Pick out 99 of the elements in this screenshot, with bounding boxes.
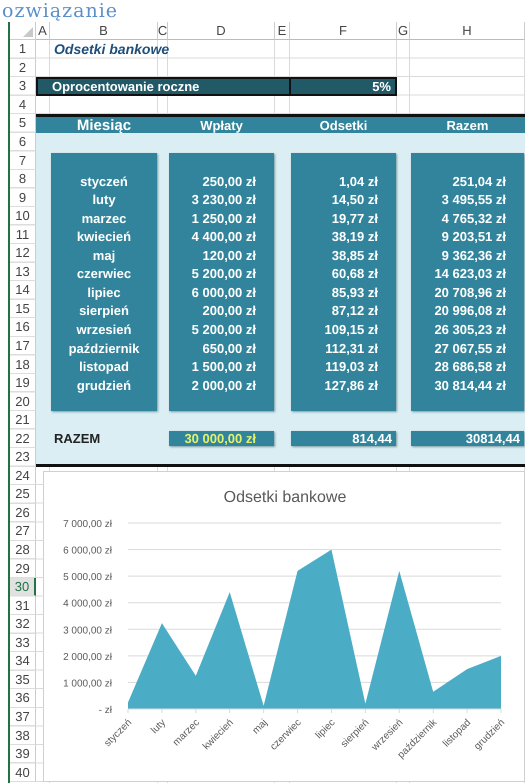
row-header[interactable]: 30 (10, 578, 36, 596)
month-name: luty (92, 192, 116, 208)
amount-text: 20 708,96 zł (434, 284, 507, 300)
month-name: listopad (79, 359, 129, 374)
month-name: kwiecień (76, 229, 132, 244)
month-name: maj (92, 248, 116, 263)
amount-text: 38,19 zł (332, 229, 379, 244)
amount-text: 14 623,03 zł (434, 266, 507, 282)
column-header[interactable]: H (410, 22, 525, 40)
axis-label: maj (250, 716, 270, 736)
column-header[interactable]: C (158, 22, 168, 40)
amount-text: 200,00 zł (202, 303, 257, 318)
axis-label: - zł (98, 704, 112, 716)
row-header[interactable]: 28 (10, 540, 36, 560)
column-header[interactable]: A (36, 22, 50, 40)
amount-text: 9 362,36 zł (442, 248, 507, 263)
row-header[interactable]: 31 (10, 596, 36, 615)
amount-text: 14,50 zł (332, 192, 379, 208)
chart-title: Odsetki bankowe (224, 488, 346, 506)
column-header[interactable]: B (50, 22, 158, 40)
amount-text: 9 203,51 zł (442, 229, 507, 244)
month-name: marzec (82, 210, 126, 226)
row-header[interactable]: 27 (10, 522, 36, 541)
column-header[interactable]: D (168, 22, 275, 40)
axis-label: 4 000,00 zł (63, 598, 112, 610)
amount-text: 85,93 zł (332, 284, 379, 300)
row-header[interactable]: 39 (10, 744, 36, 764)
month-name: lipiec (87, 284, 121, 300)
amount-text: 120,00 zł (202, 248, 257, 263)
axis-label: 1 000,00 zł (63, 678, 112, 689)
amount-text: 1 250,00 zł (192, 210, 257, 226)
month-name: październik (68, 340, 140, 356)
row-header[interactable]: 38 (10, 726, 36, 745)
month-name: grudzień (76, 378, 132, 393)
row-header[interactable]: 36 (10, 689, 36, 708)
amount-text: 1 500,00 zł (192, 359, 257, 374)
row-header[interactable]: 4 (10, 96, 36, 114)
amount-text: 119,03 zł (325, 359, 379, 374)
amount-text: 3 230,00 zł (192, 192, 257, 208)
total-label: RAZEM (53, 431, 102, 446)
column-header[interactable]: G (397, 22, 410, 40)
amount-text: 6 000,00 zł (192, 284, 257, 300)
amount-text: 38,85 zł (332, 248, 379, 263)
column-header[interactable]: F (290, 22, 397, 40)
amount-text: 250,00 zł (202, 174, 257, 189)
row-header[interactable]: 32 (10, 614, 36, 634)
column-heading: Miesiąc (76, 117, 132, 134)
sheet-title: Odsetki bankowe (53, 41, 170, 58)
amount-text: 4 765,32 zł (442, 210, 507, 226)
amount-text: 4 400,00 zł (192, 229, 257, 244)
row-header[interactable]: 25 (10, 485, 36, 504)
amount-text: 3 495,55 zł (442, 192, 507, 208)
month-name: sierpień (79, 303, 129, 318)
amount-text: 19,77 zł (332, 210, 379, 226)
axis-label: 6 000,00 zł (63, 545, 112, 556)
column-heading: Wpłaty (200, 118, 243, 134)
rate-value: 5% (290, 77, 397, 96)
select-all-corner[interactable] (23, 27, 33, 37)
total-value: 30 000,00 zł (169, 431, 274, 446)
amount-text: 30 814,44 zł (434, 378, 507, 393)
axis-label: 3 000,00 zł (63, 624, 112, 636)
row-header[interactable]: 37 (10, 708, 36, 726)
row-header[interactable]: 40 (10, 763, 36, 782)
row-header[interactable]: 33 (10, 634, 36, 652)
amount-text: 251,04 zł (452, 174, 507, 189)
document-heading: ozwiązanie (2, 0, 118, 22)
amount-text: 27 067,55 zł (434, 340, 507, 356)
axis-label: 7 000,00 zł (63, 518, 112, 530)
axis-label: luty (149, 716, 168, 736)
amount-text: 1,04 zł (338, 174, 379, 189)
row-header[interactable]: 26 (10, 504, 36, 522)
amount-text: 127,86 zł (324, 378, 379, 393)
amount-text: 5 200,00 zł (192, 322, 257, 337)
amount-text: 26 305,23 zł (434, 322, 507, 337)
row-header[interactable]: 35 (10, 670, 36, 690)
amount-text: 2 000,00 zł (192, 378, 257, 393)
row-header[interactable]: 2 (10, 58, 36, 78)
row-header[interactable]: 24 (10, 466, 36, 486)
column-heading: Odsetki (320, 118, 368, 134)
amount-text: 60,68 zł (332, 266, 379, 282)
axis-label: 5 000,00 zł (63, 572, 112, 583)
column-header[interactable]: E (275, 22, 290, 40)
amount-text: 20 996,08 zł (434, 303, 507, 318)
axis-label: 2 000,00 zł (63, 651, 112, 662)
amount-text: 650,00 zł (202, 340, 257, 356)
month-name: styczeń (80, 174, 128, 189)
total-value: 30814,44 (411, 431, 524, 446)
month-name: wrzesień (76, 322, 132, 337)
row-header[interactable]: 1 (10, 40, 36, 59)
amount-text: 28 686,58 zł (434, 359, 507, 374)
amount-text: 109,15 zł (324, 322, 379, 337)
column-heading: Razem (446, 118, 488, 134)
rate-label: Oprocentowanie roczne (36, 77, 290, 96)
amount-text: 87,12 zł (332, 303, 379, 318)
row-header[interactable]: 34 (10, 652, 36, 671)
month-name: czerwiec (76, 266, 132, 282)
total-value: 814,44 (291, 431, 396, 446)
amount-text: 112,31 zł (325, 340, 379, 356)
amount-text: 5 200,00 zł (192, 266, 257, 282)
